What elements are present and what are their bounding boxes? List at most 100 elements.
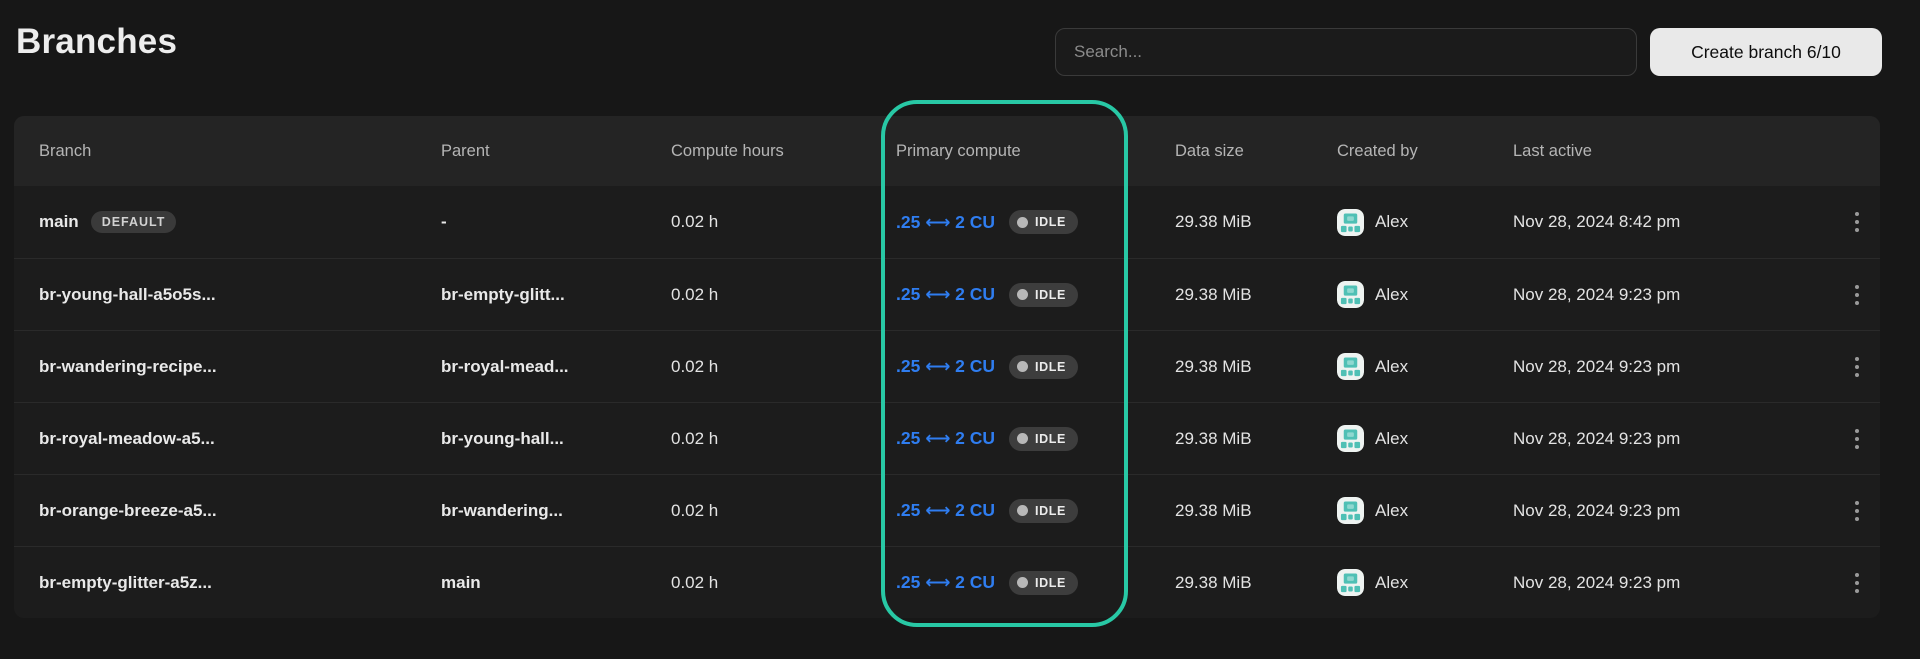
status-label: IDLE [1035,215,1066,229]
compute-size-link[interactable]: .25 ⟷ 2 CU [896,572,995,593]
actions-cell [1833,205,1880,239]
data-size-cell: 29.38 MiB [1175,212,1337,232]
branch-cell: br-orange-breeze-a5... [39,501,441,521]
actions-cell [1833,422,1880,456]
compute-status-badge: IDLE [1009,210,1078,234]
table-row[interactable]: main DEFAULT - 0.02 h .25 ⟷ 2 CU IDLE 29… [14,186,1880,258]
parent-branch-name: main [441,573,481,593]
created-by-cell: Alex [1337,209,1513,236]
created-by-cell: Alex [1337,353,1513,380]
table-row[interactable]: br-empty-glitter-a5z... main 0.02 h .25 … [14,546,1880,618]
branch-name[interactable]: br-young-hall-a5o5s... [39,285,216,305]
create-branch-button[interactable]: Create branch 6/10 [1650,28,1882,76]
parent-branch-name: br-wandering... [441,501,563,521]
compute-hours-cell: 0.02 h [671,285,896,305]
compute-hours-cell: 0.02 h [671,357,896,377]
branch-name[interactable]: main [39,212,79,232]
actions-cell [1833,494,1880,528]
column-header-primary-compute: Primary compute [896,142,1175,161]
last-active-cell: Nov 28, 2024 9:23 pm [1513,285,1833,305]
parent-branch-name: br-royal-mead... [441,357,569,377]
primary-compute-cell: .25 ⟷ 2 CU IDLE [896,210,1175,234]
compute-size-link[interactable]: .25 ⟷ 2 CU [896,212,995,233]
user-avatar [1337,353,1364,380]
created-by-cell: Alex [1337,569,1513,596]
table-header: Branch Parent Compute hours Primary comp… [14,116,1880,186]
created-by-cell: Alex [1337,497,1513,524]
actions-cell [1833,278,1880,312]
status-dot-icon [1017,433,1028,444]
user-avatar [1337,497,1364,524]
status-label: IDLE [1035,504,1066,518]
compute-status-badge: IDLE [1009,571,1078,595]
row-menu-kebab-icon[interactable] [1847,205,1867,239]
table-row[interactable]: br-royal-meadow-a5... br-young-hall... 0… [14,402,1880,474]
user-avatar [1337,425,1364,452]
branch-name[interactable]: br-empty-glitter-a5z... [39,573,212,593]
compute-status-badge: IDLE [1009,355,1078,379]
compute-hours-cell: 0.02 h [671,212,896,232]
row-menu-kebab-icon[interactable] [1847,422,1867,456]
status-label: IDLE [1035,432,1066,446]
branches-table: Branch Parent Compute hours Primary comp… [14,116,1880,618]
status-label: IDLE [1035,360,1066,374]
primary-compute-cell: .25 ⟷ 2 CU IDLE [896,499,1175,523]
branch-name[interactable]: br-wandering-recipe... [39,357,217,377]
search-input[interactable] [1055,28,1637,76]
user-avatar [1337,281,1364,308]
page-title: Branches [16,22,177,62]
last-active-cell: Nov 28, 2024 9:23 pm [1513,501,1833,521]
primary-compute-cell: .25 ⟷ 2 CU IDLE [896,283,1175,307]
default-badge: DEFAULT [91,211,177,233]
status-dot-icon [1017,505,1028,516]
column-header-created-by: Created by [1337,142,1513,161]
row-menu-kebab-icon[interactable] [1847,566,1867,600]
table-row[interactable]: br-wandering-recipe... br-royal-mead... … [14,330,1880,402]
user-avatar [1337,209,1364,236]
data-size-cell: 29.38 MiB [1175,429,1337,449]
column-header-parent: Parent [441,142,671,161]
table-body: main DEFAULT - 0.02 h .25 ⟷ 2 CU IDLE 29… [14,186,1880,618]
primary-compute-cell: .25 ⟷ 2 CU IDLE [896,427,1175,451]
branches-page: Branches Create branch 6/10 Branch Paren… [0,0,1920,659]
table-row[interactable]: br-orange-breeze-a5... br-wandering... 0… [14,474,1880,546]
branch-cell: br-empty-glitter-a5z... [39,573,441,593]
column-header-last-active: Last active [1513,142,1833,161]
compute-hours-cell: 0.02 h [671,573,896,593]
status-dot-icon [1017,217,1028,228]
parent-cell: main [441,573,671,593]
branch-name[interactable]: br-royal-meadow-a5... [39,429,215,449]
last-active-cell: Nov 28, 2024 9:23 pm [1513,429,1833,449]
compute-size-link[interactable]: .25 ⟷ 2 CU [896,284,995,305]
actions-cell [1833,350,1880,384]
compute-status-badge: IDLE [1009,283,1078,307]
branch-cell: br-young-hall-a5o5s... [39,285,441,305]
primary-compute-cell: .25 ⟷ 2 CU IDLE [896,571,1175,595]
data-size-cell: 29.38 MiB [1175,501,1337,521]
compute-size-link[interactable]: .25 ⟷ 2 CU [896,356,995,377]
row-menu-kebab-icon[interactable] [1847,494,1867,528]
compute-hours-cell: 0.02 h [671,429,896,449]
table-row[interactable]: br-young-hall-a5o5s... br-empty-glitt...… [14,258,1880,330]
row-menu-kebab-icon[interactable] [1847,350,1867,384]
parent-branch-name: - [441,212,447,232]
column-header-compute-hours: Compute hours [671,142,896,161]
data-size-cell: 29.38 MiB [1175,285,1337,305]
created-by-name: Alex [1375,573,1408,593]
column-header-data-size: Data size [1175,142,1337,161]
created-by-cell: Alex [1337,425,1513,452]
actions-cell [1833,566,1880,600]
parent-cell: br-wandering... [441,501,671,521]
branch-cell: main DEFAULT [39,211,441,233]
compute-size-link[interactable]: .25 ⟷ 2 CU [896,500,995,521]
parent-cell: - [441,212,671,232]
branch-cell: br-royal-meadow-a5... [39,429,441,449]
branch-name[interactable]: br-orange-breeze-a5... [39,501,217,521]
last-active-cell: Nov 28, 2024 9:23 pm [1513,357,1833,377]
row-menu-kebab-icon[interactable] [1847,278,1867,312]
compute-status-badge: IDLE [1009,427,1078,451]
data-size-cell: 29.38 MiB [1175,357,1337,377]
created-by-name: Alex [1375,357,1408,377]
compute-size-link[interactable]: .25 ⟷ 2 CU [896,428,995,449]
data-size-cell: 29.38 MiB [1175,573,1337,593]
